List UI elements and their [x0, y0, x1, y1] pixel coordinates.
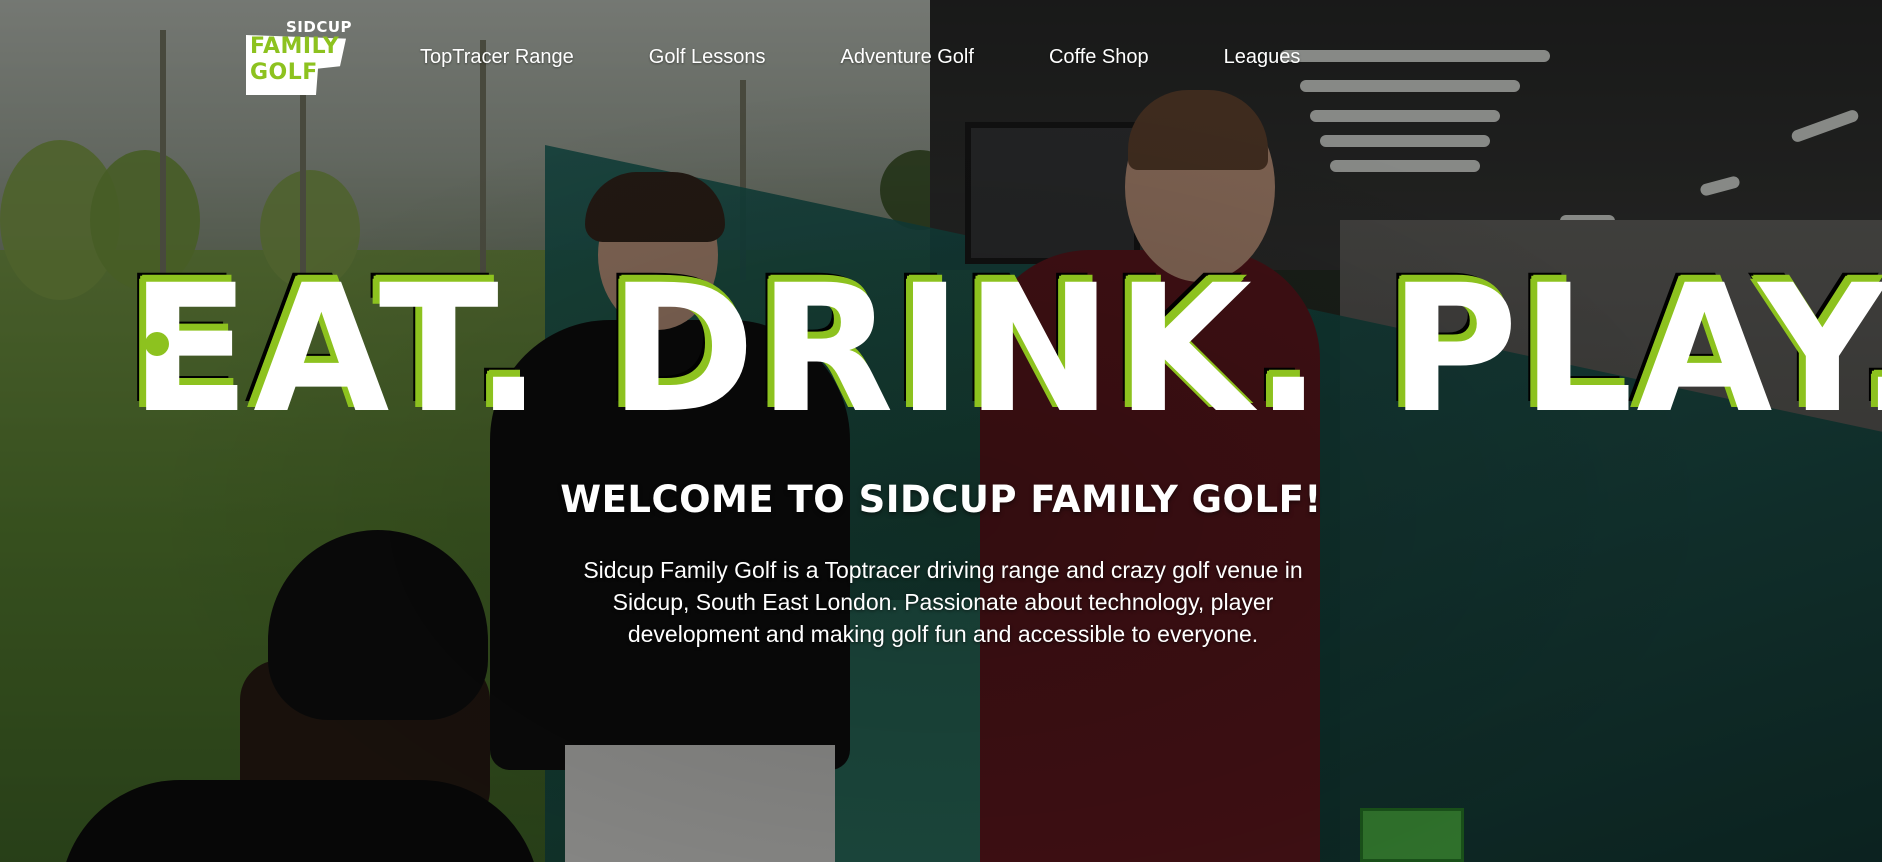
logo-text-line2: GOLF	[250, 60, 318, 85]
hero-headline: EAT. DRINK. PLAY.	[130, 247, 1882, 452]
site-logo[interactable]: SIDCUP FAMILY GOLF	[244, 16, 354, 96]
welcome-heading: WELCOME TO SIDCUP FAMILY GOLF!	[560, 478, 1322, 521]
nav-item-adventure-golf[interactable]: Adventure Golf	[841, 46, 974, 69]
site-header: SIDCUP FAMILY GOLF TopTracer Range Golf …	[0, 0, 1882, 110]
logo-text-line1: FAMILY	[250, 34, 340, 59]
accent-dot	[145, 332, 169, 356]
intro-paragraph: Sidcup Family Golf is a Toptracer drivin…	[583, 557, 1303, 647]
main-nav: TopTracer Range Golf Lessons Adventure G…	[420, 46, 1300, 69]
nav-item-toptracer-range[interactable]: TopTracer Range	[420, 46, 574, 69]
nav-item-coffe-shop[interactable]: Coffe Shop	[1049, 46, 1149, 69]
nav-item-golf-lessons[interactable]: Golf Lessons	[649, 46, 766, 69]
nav-item-leagues[interactable]: Leagues	[1224, 46, 1301, 69]
